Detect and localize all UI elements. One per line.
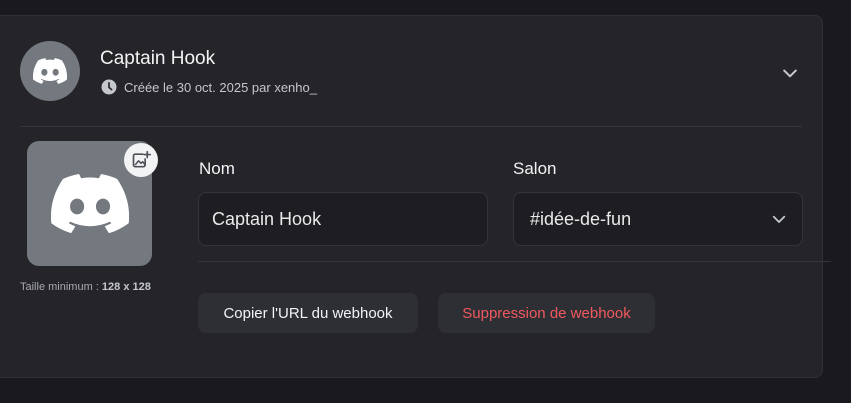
discord-logo-icon [50, 174, 129, 233]
size-hint-value: 128 x 128 [101, 281, 151, 293]
channel-select-value: #idée-de-fun [530, 208, 632, 229]
delete-webhook-button[interactable]: Suppression de webhook [438, 293, 655, 333]
clock-icon [101, 79, 117, 95]
collapse-toggle[interactable] [778, 61, 802, 85]
header-divider [20, 126, 802, 127]
webhook-meta: Créée le 30 oct. 2025 par xenho_ [100, 78, 317, 96]
size-hint-label: Taille minimum : [20, 281, 102, 293]
discord-logo-icon [33, 58, 67, 84]
channel-label: Salon [513, 159, 557, 178]
avatar-size-hint: Taille minimum : 128 x 128 [20, 281, 151, 293]
channel-select[interactable]: #idée-de-fun [513, 192, 803, 246]
form-divider [198, 261, 831, 262]
image-add-icon [132, 150, 151, 168]
chevron-down-icon [772, 215, 786, 223]
name-input[interactable]: Captain Hook [198, 192, 488, 246]
chevron-down-icon [783, 69, 797, 78]
name-label: Nom [199, 159, 235, 178]
copy-webhook-url-button[interactable]: Copier l'URL du webhook [198, 293, 418, 333]
upload-image-button[interactable] [124, 143, 158, 177]
webhook-avatar-small [20, 41, 80, 101]
webhook-header[interactable]: Captain Hook Créée le 30 oct. 2025 par x… [20, 41, 802, 103]
webhook-title: Captain Hook [100, 48, 216, 69]
created-info: Créée le 30 oct. 2025 par xenho_ [124, 79, 317, 95]
name-input-value: Captain Hook [212, 208, 322, 229]
